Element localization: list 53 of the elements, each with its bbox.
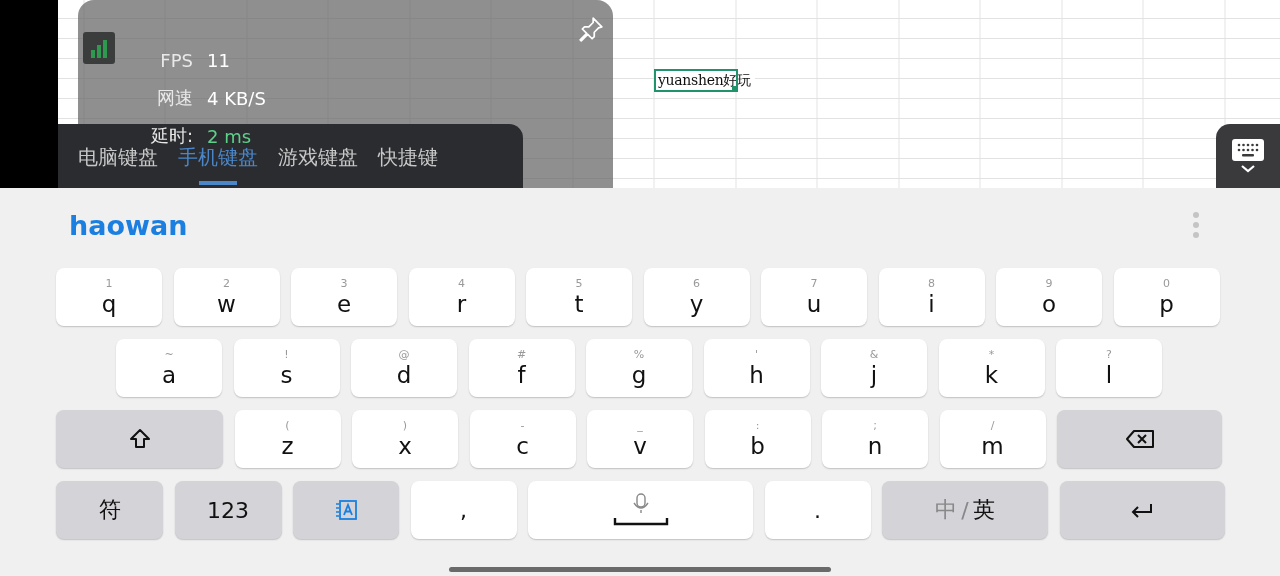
letter-key[interactable]: % g — [586, 339, 692, 397]
letter-key[interactable]: ! s — [233, 339, 340, 397]
letter-key[interactable]: ( z — [234, 410, 341, 468]
letter-key[interactable]: ) x — [352, 410, 458, 468]
letter-key[interactable]: / m — [939, 410, 1046, 468]
signal-bars-icon[interactable] — [83, 32, 115, 64]
punctuation-key[interactable]: . — [764, 481, 871, 539]
enter-arrow-icon — [1130, 502, 1154, 518]
backspace-key[interactable] — [1057, 410, 1222, 468]
function-key[interactable]: 符 — [56, 481, 163, 539]
stat-value: 11 — [207, 49, 230, 71]
stat-label: FPS — [159, 49, 193, 71]
selected-cell-text[interactable]: yuanshen好玩 — [654, 69, 755, 92]
letter-key[interactable]: - c — [469, 410, 576, 468]
letter-key[interactable]: 9 o — [996, 268, 1102, 326]
text-edit-key[interactable] — [293, 481, 399, 539]
letter-key[interactable]: @ d — [351, 339, 457, 397]
letter-key[interactable]: 4 r — [408, 268, 515, 326]
backspace-icon — [1124, 429, 1155, 449]
text-edit-icon — [334, 498, 358, 522]
letter-key[interactable]: 2 w — [173, 268, 280, 326]
space-key[interactable] — [528, 481, 753, 539]
letter-key[interactable]: ; n — [822, 410, 928, 468]
language-switch-key[interactable]: 中 / 英 — [882, 481, 1048, 539]
letter-key[interactable]: 8 i — [878, 268, 985, 326]
pin-icon[interactable] — [578, 16, 604, 42]
letter-key[interactable]: 5 t — [526, 268, 632, 326]
letter-key[interactable]: 3 e — [291, 268, 397, 326]
letter-key[interactable]: : b — [704, 410, 811, 468]
stat-value: 4 KB/S — [207, 87, 266, 109]
letter-key[interactable]: # f — [468, 339, 575, 397]
stat-label: 延时: — [149, 124, 193, 147]
stat-label: 网速 — [156, 86, 193, 110]
letter-key[interactable]: ~ a — [116, 339, 222, 397]
more-options-icon[interactable] — [1192, 211, 1200, 239]
keyboard-hide-button[interactable] — [1216, 124, 1280, 188]
keyboard-tab[interactable]: 电脑键盘 — [78, 144, 158, 189]
letter-key[interactable]: 1 q — [56, 268, 162, 326]
letter-key[interactable]: * k — [938, 339, 1045, 397]
composition-text: haowan — [69, 209, 188, 241]
shift-arrow-icon — [128, 428, 151, 450]
letter-key[interactable]: ' h — [703, 339, 810, 397]
keyboard-tab[interactable]: 快捷键 — [378, 144, 438, 189]
stat-value: 2 ms — [207, 125, 252, 147]
function-key[interactable]: 123 — [174, 481, 282, 539]
keyboard-tab[interactable]: 游戏键盘 — [278, 144, 358, 189]
letter-key[interactable]: 0 p — [1113, 268, 1220, 326]
letter-key[interactable]: ? l — [1056, 339, 1162, 397]
letter-key[interactable]: & j — [821, 339, 927, 397]
letter-key[interactable]: 6 y — [643, 268, 750, 326]
letter-key[interactable]: 7 u — [761, 268, 867, 326]
punctuation-key[interactable]: , — [410, 481, 517, 539]
letter-key[interactable]: _ v — [587, 410, 693, 468]
